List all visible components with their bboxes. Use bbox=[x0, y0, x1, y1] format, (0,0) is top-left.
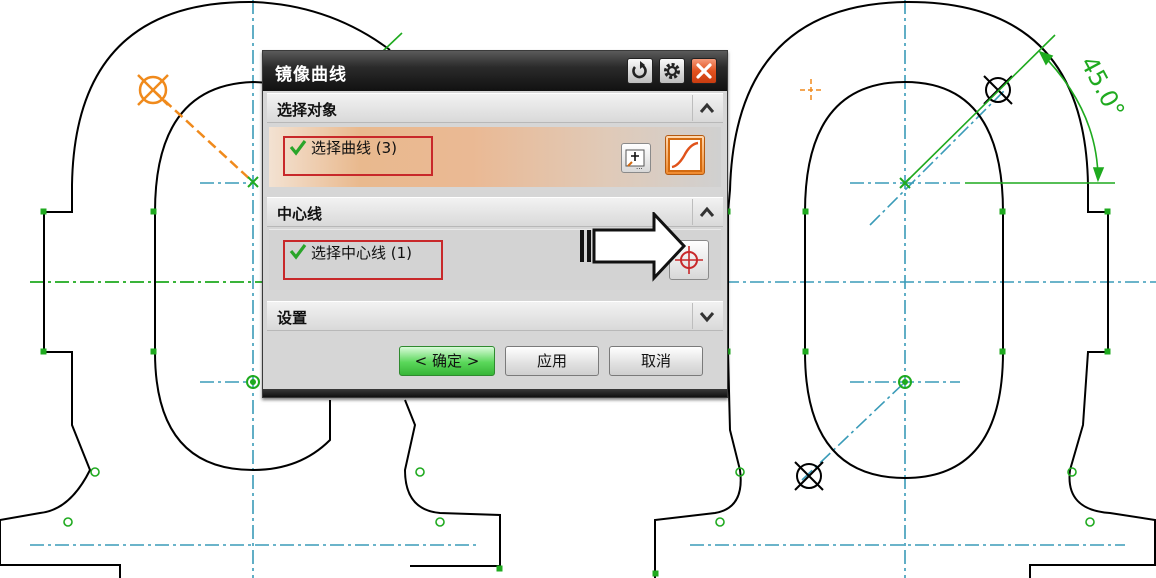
collapse-button-select-object[interactable] bbox=[692, 95, 721, 121]
select-curve-label: 选择曲线 (3) bbox=[311, 139, 398, 157]
chevron-up-icon bbox=[699, 206, 715, 217]
select-centerline-label: 选择中心线 (1) bbox=[311, 244, 413, 262]
section-header-select-object[interactable]: 选择对象 bbox=[267, 93, 723, 123]
svg-text:...: ... bbox=[636, 163, 643, 171]
add-set-icon: ... bbox=[625, 149, 645, 171]
reset-button[interactable] bbox=[627, 58, 653, 84]
check-icon bbox=[289, 140, 307, 156]
section-header-settings[interactable]: 设置 bbox=[267, 301, 723, 331]
cancel-button[interactable]: 取消 bbox=[609, 346, 703, 376]
angle-dimension bbox=[904, 34, 1115, 184]
callout-arrow-icon bbox=[580, 212, 687, 282]
hole-symbols bbox=[794, 75, 1013, 491]
chevron-down-icon bbox=[699, 312, 715, 323]
section-label-centerline: 中心线 bbox=[277, 205, 323, 223]
expand-button-settings[interactable] bbox=[692, 303, 721, 329]
dialog-bottom-border bbox=[263, 389, 727, 397]
reset-icon bbox=[632, 61, 647, 79]
curve-select-button[interactable] bbox=[665, 135, 705, 175]
section-label-select-object: 选择对象 bbox=[277, 101, 338, 119]
apply-button[interactable]: 应用 bbox=[505, 346, 599, 376]
ok-button[interactable]: < 确定 > bbox=[399, 346, 495, 376]
curve-icon bbox=[668, 138, 702, 172]
settings-button[interactable] bbox=[659, 58, 685, 84]
close-button[interactable] bbox=[691, 58, 717, 84]
gear-icon bbox=[664, 63, 680, 79]
section-label-settings: 设置 bbox=[277, 309, 308, 327]
dialog-titlebar[interactable]: 镜像曲线 bbox=[263, 51, 727, 91]
chevron-up-icon bbox=[699, 102, 715, 113]
close-icon bbox=[696, 63, 712, 79]
select-curve-row[interactable]: 选择曲线 (3) ... bbox=[269, 127, 721, 187]
dialog-title: 镜像曲线 bbox=[275, 65, 347, 85]
collapse-button-centerline[interactable] bbox=[692, 199, 721, 225]
add-new-set-button[interactable]: ... bbox=[621, 143, 651, 173]
check-icon bbox=[289, 244, 307, 260]
